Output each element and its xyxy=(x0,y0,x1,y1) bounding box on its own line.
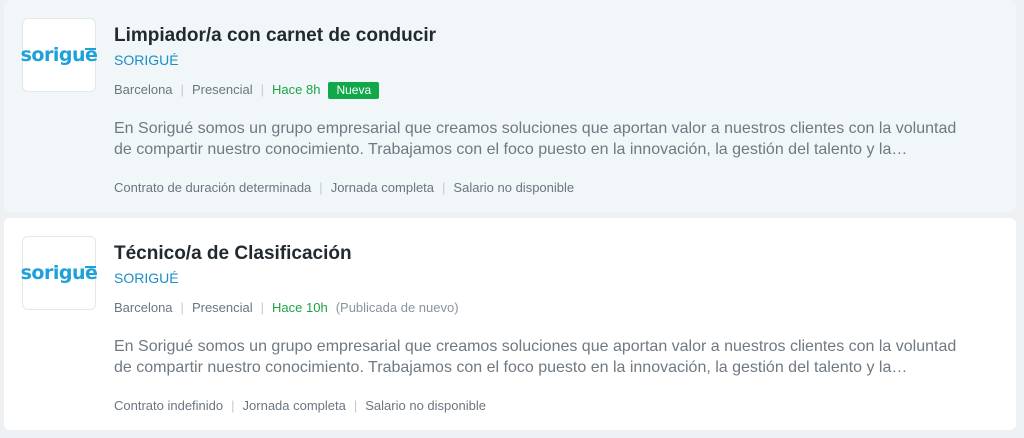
job-offer-body: Limpiador/a con carnet de conducir SORIG… xyxy=(114,24,986,197)
job-description: En Sorigué somos un grupo empresarial qu… xyxy=(114,338,957,376)
company-logo[interactable]: sorigue xyxy=(20,236,98,310)
job-title[interactable]: Técnico/a de Clasificación xyxy=(114,242,986,266)
separator: | xyxy=(260,82,265,97)
contract-type: Contrato indefinido xyxy=(114,398,224,413)
workday-type: Jornada completa xyxy=(242,398,346,413)
separator: | xyxy=(180,300,184,315)
contract-type: Contrato de duración determinada xyxy=(114,180,312,195)
company-logo[interactable]: sorigue xyxy=(20,18,98,92)
logo-macron xyxy=(85,48,97,50)
republished-note: (Publicada de nuevo) xyxy=(335,300,459,315)
new-badge: Nueva xyxy=(328,81,380,99)
job-location: Barcelona xyxy=(114,82,173,97)
job-title[interactable]: Limpiador/a con carnet de conducir xyxy=(114,24,986,48)
job-offer-body: Técnico/a de Clasificación SORIGUÉ Barce… xyxy=(114,242,986,415)
workday-type: Jornada completa xyxy=(330,180,435,195)
posted-time: Hace 10h xyxy=(272,300,328,315)
job-modality: Presencial xyxy=(191,82,253,97)
job-meta: Barcelona | Presencial | Hace 10h (Publi… xyxy=(114,299,986,317)
company-link[interactable]: SORIGUÉ xyxy=(114,51,179,69)
company-logo-text: sorigue xyxy=(20,262,98,284)
separator: | xyxy=(319,180,323,195)
job-conditions: Contrato indefinido | Jornada completa |… xyxy=(114,397,986,415)
separator: | xyxy=(442,180,446,195)
logo-macron xyxy=(85,266,97,268)
job-meta: Barcelona | Presencial | Hace 8h Nueva xyxy=(114,81,986,99)
separator: | xyxy=(180,82,184,97)
salary-info: Salario no disponible xyxy=(365,398,486,413)
job-location: Barcelona xyxy=(114,300,173,315)
company-logo-text: sorigue xyxy=(20,44,98,66)
job-offer-card[interactable]: sorigue Limpiador/a con carnet de conduc… xyxy=(4,0,1016,212)
job-modality: Presencial xyxy=(191,300,253,315)
job-conditions: Contrato de duración determinada | Jorna… xyxy=(114,179,986,197)
job-description: En Sorigué somos un grupo empresarial qu… xyxy=(114,120,957,158)
company-link[interactable]: SORIGUÉ xyxy=(114,269,179,287)
job-offer-list: sorigue Limpiador/a con carnet de conduc… xyxy=(4,0,1016,430)
separator: | xyxy=(231,398,235,413)
job-offer-card[interactable]: sorigue Técnico/a de Clasificación SORIG… xyxy=(4,218,1016,430)
separator: | xyxy=(353,398,358,413)
separator: | xyxy=(260,300,265,315)
salary-info: Salario no disponible xyxy=(453,180,575,195)
posted-time: Hace 8h xyxy=(272,82,321,97)
